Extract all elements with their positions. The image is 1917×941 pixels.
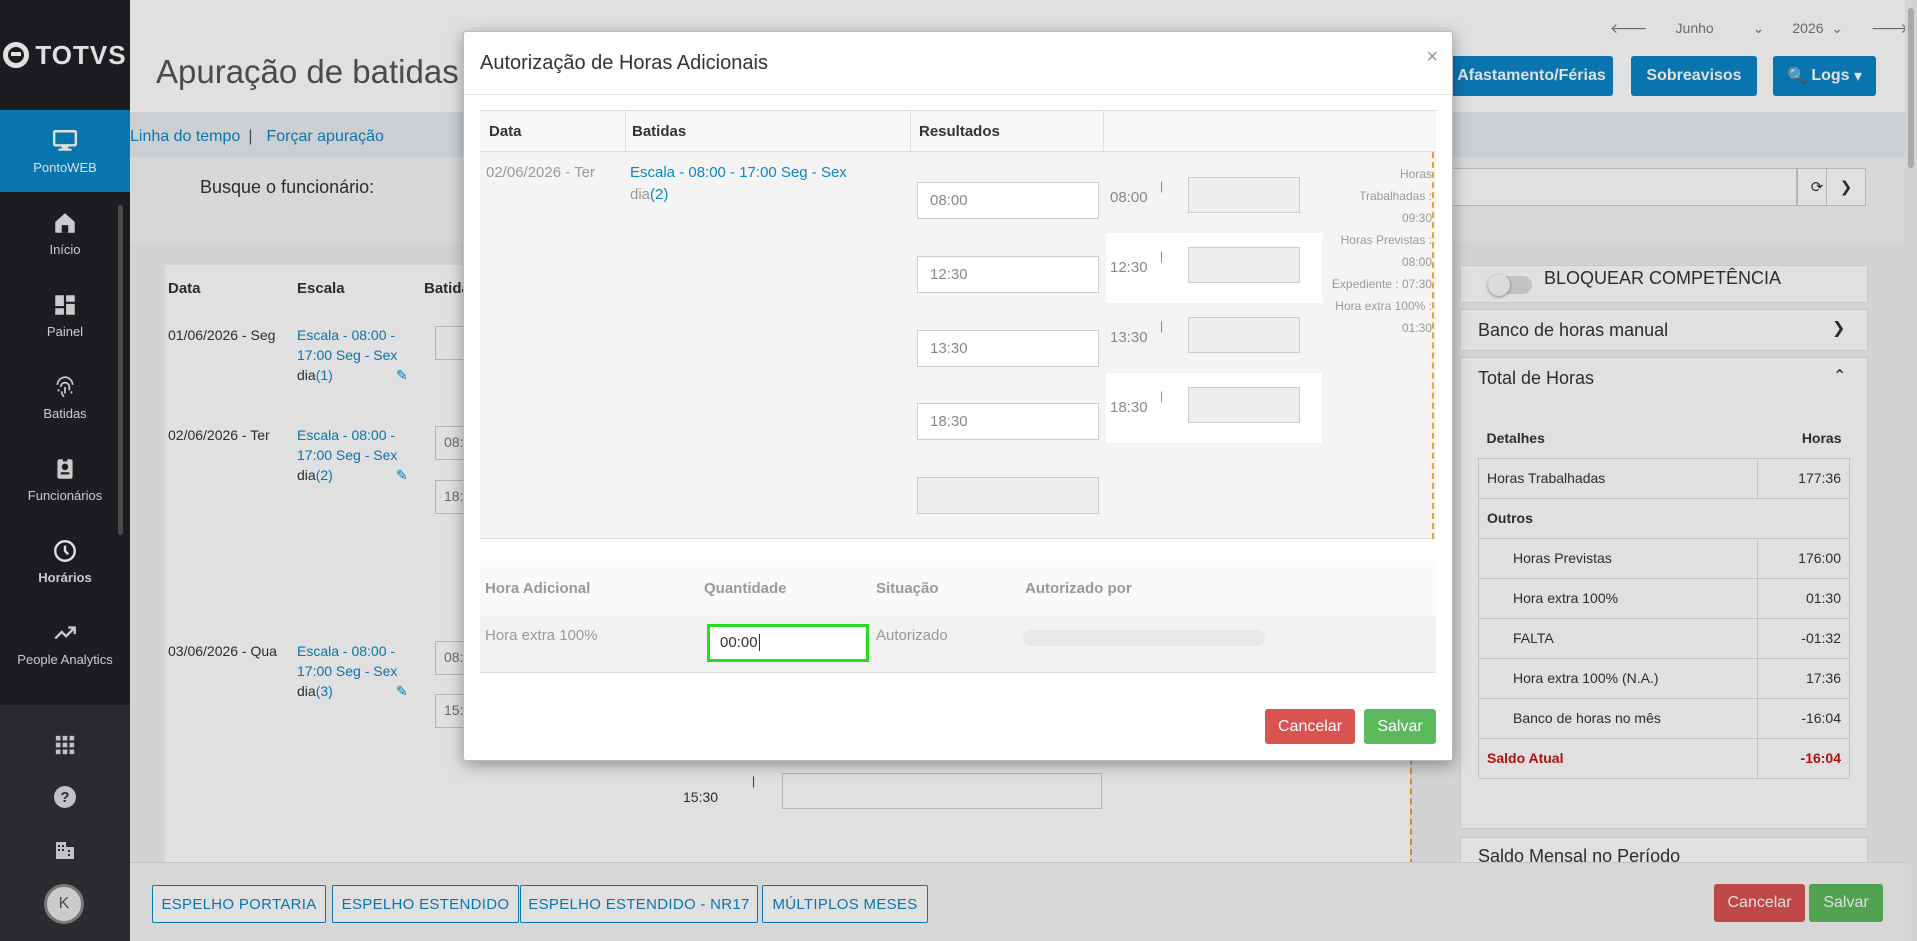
time-separator: | — [1160, 389, 1164, 403]
modal-punch-input[interactable]: 12:30 — [917, 256, 1099, 293]
modal-result-row: 18:30 | — [1106, 373, 1322, 443]
modal-row-escala[interactable]: Escala - 08:00 - 17:00 Seg - Sex dia(2) — [630, 162, 847, 206]
modal-result-box[interactable] — [1188, 247, 1300, 283]
modal-cancel-button[interactable]: Cancelar — [1265, 709, 1355, 744]
modal-punch-input[interactable]: 08:00 — [917, 182, 1099, 219]
time-separator: | — [1160, 179, 1164, 193]
modal-result-row-end — [1106, 443, 1322, 445]
header-quantidade: Quantidade — [704, 580, 787, 597]
time-separator: | — [1160, 249, 1164, 263]
modal-result-box[interactable] — [1188, 317, 1300, 353]
modal-result-row: 12:30 | — [1106, 233, 1322, 303]
modal-divider — [464, 94, 1452, 95]
modal-table-header: Data Batidas Resultados — [480, 110, 1436, 153]
authorized-by-placeholder — [1023, 630, 1265, 646]
header-hora-adicional: Hora Adicional — [485, 580, 591, 597]
column-divider — [910, 111, 911, 153]
text-cursor — [758, 634, 760, 651]
additional-hours-row — [480, 616, 1436, 673]
header-situacao: Situação — [876, 580, 939, 597]
modal-punch-input[interactable]: 18:30 — [917, 403, 1099, 440]
header-autorizado-por: Autorizado por — [1025, 580, 1132, 597]
column-divider — [625, 111, 626, 153]
close-icon[interactable]: × — [1426, 46, 1438, 69]
additional-hours-header — [480, 561, 1436, 616]
modal-punch-input-empty[interactable] — [917, 477, 1099, 514]
modal-summary: Horas Trabalhadas : 09:30 Horas Prevista… — [1331, 167, 1432, 335]
column-divider — [1103, 111, 1104, 153]
modal-result-row: 08:00 | — [1106, 163, 1322, 233]
modal-result-box[interactable] — [1188, 387, 1300, 423]
modal-punch-input[interactable]: 13:30 — [917, 330, 1099, 367]
situacao-value: Autorizado — [876, 627, 948, 644]
quantity-input[interactable]: 00:00 — [707, 624, 869, 662]
hora-adicional-value: Hora extra 100% — [485, 627, 598, 644]
modal-row-date: 02/06/2026 - Ter — [486, 164, 595, 181]
modal-save-button[interactable]: Salvar — [1364, 709, 1436, 744]
modal-title: Autorização de Horas Adicionais — [480, 52, 768, 74]
modal-result-row: 13:30 | — [1106, 303, 1322, 373]
time-separator: | — [1160, 319, 1164, 333]
modal-result-box[interactable] — [1188, 177, 1300, 213]
modal-dashed-divider — [1432, 152, 1434, 539]
